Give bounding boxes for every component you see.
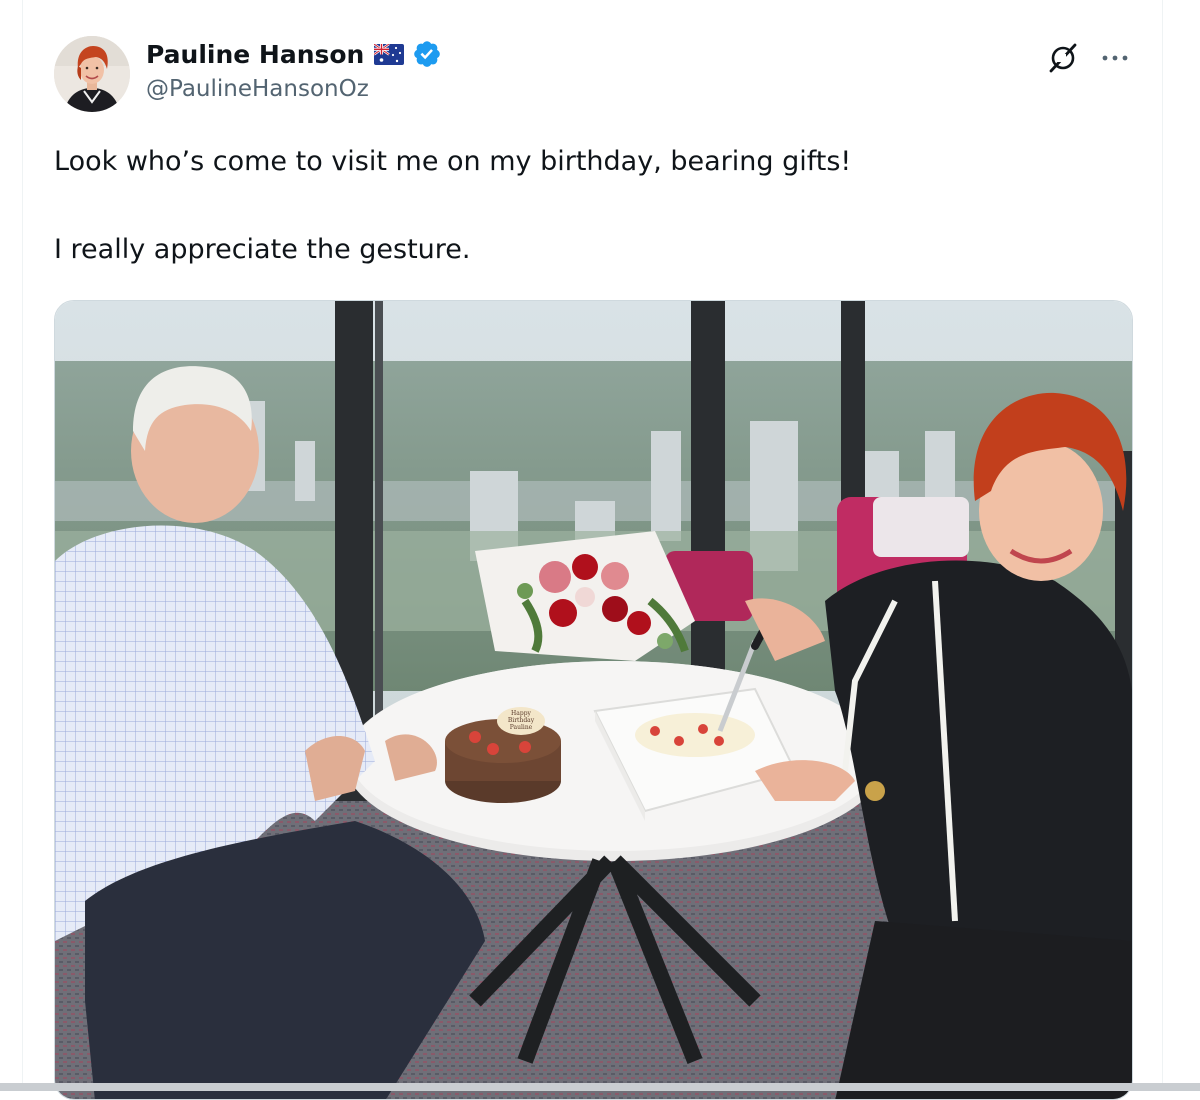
more-options-button[interactable] — [1095, 38, 1135, 78]
grok-button[interactable] — [1043, 38, 1083, 78]
tweet-text: Look who’s come to visit me on my birthd… — [54, 140, 1114, 272]
author-name-row: Pauline Hanson — [146, 36, 442, 72]
tweet-text-line: Look who’s come to visit me on my birthd… — [54, 146, 852, 177]
australia-flag-icon — [373, 42, 405, 65]
tweet-text-line: I really appreciate the gesture. — [54, 234, 471, 265]
author-handle[interactable]: @PaulineHansonOz — [146, 76, 369, 102]
photo-scene: Happy Birthday Pauline — [55, 301, 1132, 1099]
author-avatar[interactable] — [54, 36, 130, 112]
cake-topper-line: Happy — [511, 710, 531, 717]
avatar-image — [54, 36, 130, 112]
author-display-name[interactable]: Pauline Hanson — [146, 40, 364, 69]
tweet-photo[interactable]: Happy Birthday Pauline — [54, 300, 1133, 1100]
grok-icon — [1049, 43, 1077, 73]
tweet-card: Pauline Hanson @PaulineHansonOz Look who… — [22, 0, 1163, 1100]
verified-badge-icon[interactable] — [412, 39, 442, 69]
more-icon — [1102, 55, 1128, 61]
cake-topper-line: Birthday — [508, 717, 535, 724]
scroll-divider — [0, 1083, 1200, 1091]
cake-topper-line: Pauline — [510, 724, 533, 731]
